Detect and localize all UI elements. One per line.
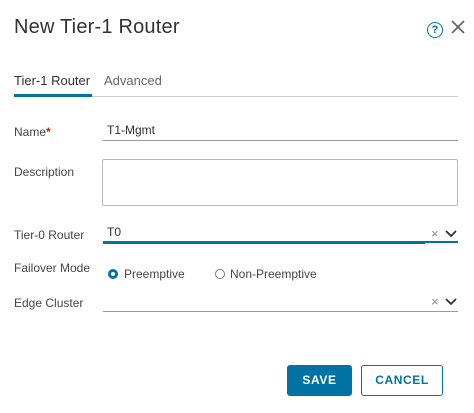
close-icon[interactable] (449, 18, 467, 36)
description-label: Description (14, 165, 75, 179)
failover-mode-label: Failover Mode (14, 261, 91, 275)
edge-cluster-chevron-down-icon[interactable] (445, 297, 457, 307)
description-textarea[interactable] (102, 159, 458, 206)
tab-tier1-router[interactable]: Tier-1 Router (14, 72, 93, 97)
tab-bar: Tier-1 Router Advanced (14, 72, 458, 97)
radio-preemptive-label[interactable]: Preemptive (124, 267, 185, 281)
dialog-title: New Tier-1 Router (14, 16, 180, 38)
cancel-button[interactable]: CANCEL (361, 365, 443, 396)
chevron-down-icon[interactable] (445, 229, 457, 239)
radio-non-preemptive[interactable] (215, 269, 225, 279)
required-marker: * (46, 125, 51, 139)
name-label: Name* (14, 125, 51, 139)
tier0-router-label: Tier-0 Router (14, 228, 85, 242)
tab-advanced[interactable]: Advanced (104, 72, 162, 94)
clear-icon[interactable]: × (431, 227, 439, 241)
name-input[interactable] (103, 119, 458, 141)
edge-cluster-clear-icon[interactable]: × (431, 295, 439, 309)
name-label-text: Name (14, 125, 47, 139)
new-tier1-router-dialog: New Tier-1 Router ? Tier-1 Router Advanc… (0, 0, 474, 413)
edge-cluster-label: Edge Cluster (14, 296, 84, 310)
save-button[interactable]: SAVE (287, 365, 352, 396)
tier0-router-focus-line (103, 241, 458, 243)
edge-cluster-input[interactable] (103, 290, 458, 312)
radio-non-preemptive-label[interactable]: Non-Preemptive (230, 267, 317, 281)
help-icon[interactable]: ? (427, 22, 443, 38)
radio-preemptive[interactable] (108, 269, 118, 279)
